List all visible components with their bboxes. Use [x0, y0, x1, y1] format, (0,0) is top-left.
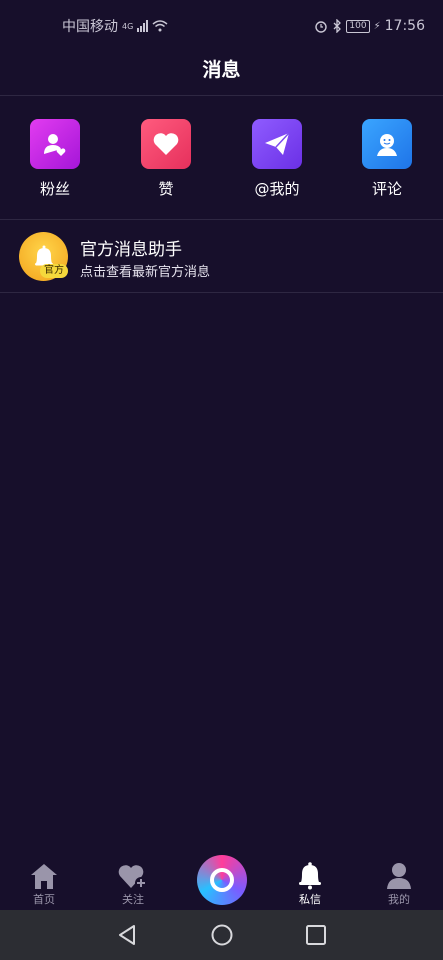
person-icon: [369, 860, 429, 890]
quick-action-label: 评论: [371, 180, 402, 198]
tab-home[interactable]: 首页: [14, 860, 74, 907]
quick-action-comments[interactable]: 评论: [347, 119, 427, 199]
quick-action-likes[interactable]: 赞: [126, 119, 206, 199]
carrier-label: 中国移动: [62, 19, 118, 35]
fans-icon: [30, 119, 80, 169]
message-preview: 点击查看最新官方消息: [80, 265, 211, 280]
home-icon: [14, 860, 74, 890]
tab-label: 关注: [122, 893, 144, 906]
camera-record-icon: [210, 868, 234, 892]
tab-profile[interactable]: 我的: [369, 860, 429, 907]
home-circle-icon[interactable]: [210, 923, 234, 951]
page-header: 消息: [0, 52, 443, 96]
bluetooth-icon: [332, 19, 342, 33]
paper-plane-icon: [252, 119, 302, 169]
wifi-icon: [152, 20, 168, 32]
alarm-icon: [314, 19, 328, 33]
network-label: 4G: [122, 21, 134, 31]
tab-follow[interactable]: 关注: [103, 860, 163, 907]
tab-label: 首页: [33, 893, 55, 906]
comment-face-icon: [362, 119, 412, 169]
heart-plus-icon: [103, 860, 163, 890]
bell-icon: [280, 860, 340, 890]
quick-actions: 粉丝 赞 @我的 评论: [0, 96, 443, 220]
tab-messages[interactable]: 私信: [280, 860, 340, 907]
clock-time: 17:56: [384, 18, 425, 34]
system-nav-bar: [0, 910, 443, 960]
tab-label: 私信: [299, 893, 321, 906]
signal-icon: [137, 20, 149, 32]
record-button[interactable]: [197, 855, 247, 905]
quick-action-mentions[interactable]: @我的: [237, 119, 317, 199]
message-item-official[interactable]: 官方 官方消息助手 点击查看最新官方消息: [0, 220, 443, 293]
quick-action-label: 赞: [158, 180, 174, 198]
quick-action-label: 粉丝: [39, 180, 70, 198]
quick-action-fans[interactable]: 粉丝: [15, 119, 95, 199]
status-bar: 中国移动 4G 100 ⚡ 17:56: [0, 0, 443, 52]
battery-indicator: 100: [346, 19, 370, 33]
charging-icon: ⚡: [373, 20, 381, 32]
official-badge: 官方: [40, 264, 68, 278]
heart-icon: [141, 119, 191, 169]
bottom-tab-bar: 首页 关注 私信 我的: [0, 850, 443, 910]
message-title: 官方消息助手: [80, 240, 182, 260]
quick-action-label: @我的: [254, 180, 300, 198]
page-title: 消息: [202, 59, 241, 81]
recents-icon[interactable]: [305, 923, 327, 951]
back-icon[interactable]: [116, 923, 138, 951]
tab-label: 我的: [388, 893, 410, 906]
